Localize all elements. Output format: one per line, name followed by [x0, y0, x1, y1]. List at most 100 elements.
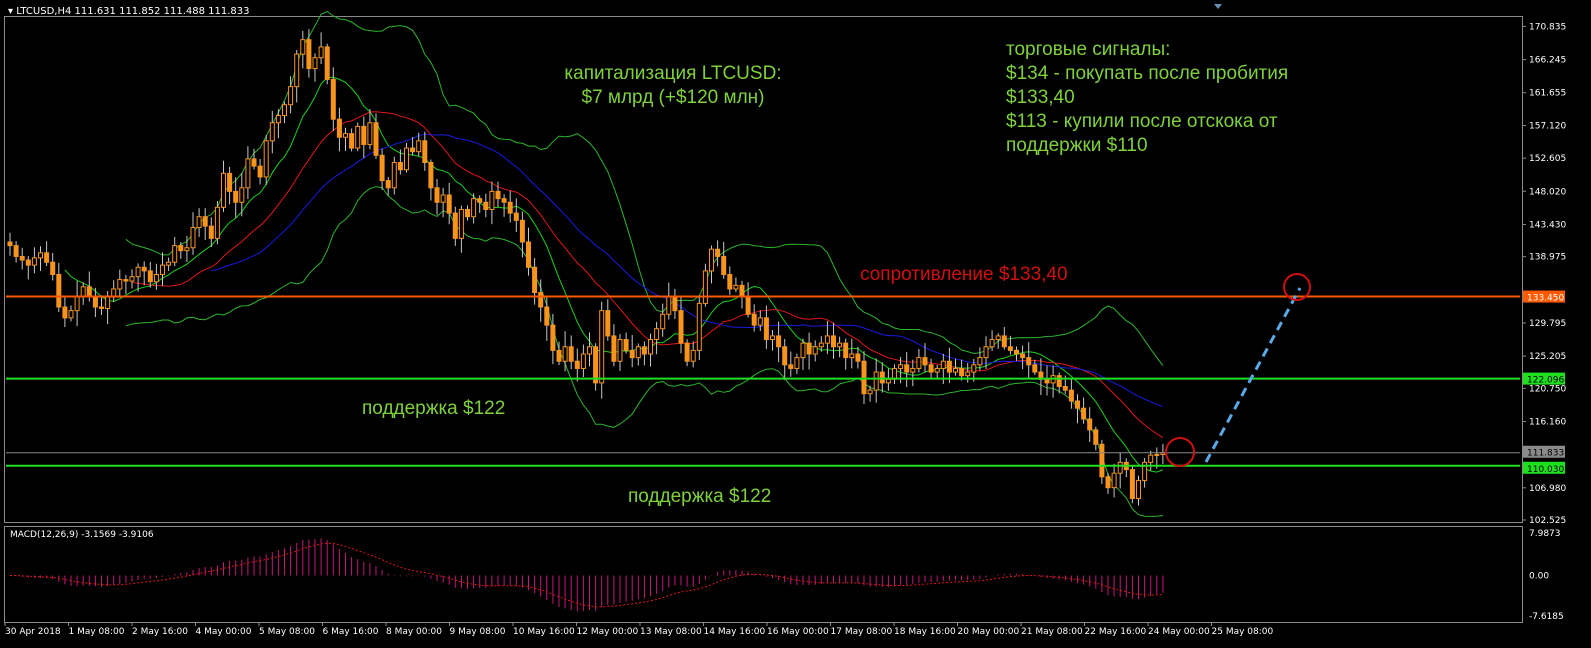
y-tick-label: 166.245: [1529, 56, 1566, 66]
candle-body: [458, 208, 464, 239]
support_lower-price-label: 110.030: [1527, 465, 1564, 475]
candle-body: [385, 180, 391, 189]
price-chart: 133.450122.096111.833110.030 170.835166.…: [4, 4, 1566, 637]
candle-body: [1062, 386, 1068, 391]
y-tick-label: 143.430: [1529, 220, 1566, 230]
candle-body: [397, 162, 403, 171]
macd-axis-label: -7.6185: [1529, 612, 1564, 622]
y-tick-label: 148.020: [1529, 187, 1566, 197]
candle-body: [806, 342, 812, 355]
candle-body: [355, 125, 361, 149]
candle-body: [715, 248, 721, 257]
candle-body: [318, 46, 324, 59]
candle-body: [513, 212, 519, 221]
candle-body: [56, 274, 62, 308]
candle-body: [269, 122, 275, 142]
candle-body: [44, 252, 50, 263]
candle-body: [452, 212, 458, 239]
x-tick-label: 17 May 08:00: [831, 627, 893, 637]
candle-body: [672, 295, 678, 312]
capitalization-note: капитализация LTCUSD: $7 млрд (+$120 млн…: [558, 62, 788, 110]
candle-body: [831, 335, 836, 348]
candle-body: [343, 133, 348, 138]
candle-body: [666, 295, 672, 315]
candle-body: [495, 190, 501, 200]
symbol-name: LTCUSD,H4: [16, 6, 72, 17]
candle-body: [50, 261, 56, 276]
candle-body: [721, 255, 727, 276]
candle-body: [111, 288, 117, 297]
candle-body: [526, 241, 531, 268]
signal-line-2: $133,40: [1006, 87, 1075, 108]
candle-body: [208, 225, 214, 239]
candle-body: [965, 371, 971, 377]
candle-body: [147, 270, 153, 283]
ohlc-values: 111.631 111.852 111.488 111.833: [74, 6, 250, 17]
candle-body: [1026, 357, 1032, 366]
collapse-arrow-icon[interactable]: ▾: [8, 6, 13, 17]
candle-body: [739, 284, 745, 297]
resistance-price-label: 133.450: [1527, 294, 1564, 304]
candle-body: [538, 292, 544, 308]
candle-body: [483, 201, 489, 210]
candle-body: [80, 286, 86, 297]
candle-body: [1014, 349, 1019, 355]
candle-body: [477, 198, 483, 203]
candle-body: [330, 78, 336, 120]
candle-body: [1099, 443, 1105, 478]
candle-body: [135, 266, 141, 278]
candle-body: [904, 364, 910, 373]
candle-body: [324, 46, 330, 80]
candle-body: [1081, 407, 1087, 420]
y-tick-label: 138.975: [1529, 253, 1566, 263]
macd-label: MACD(12,26,9) -3.1569 -3.9106: [10, 530, 154, 540]
candle-body: [861, 360, 867, 395]
candle-body: [550, 324, 556, 351]
candle-body: [312, 57, 318, 70]
candle-body: [678, 310, 684, 344]
candle-body: [843, 342, 849, 359]
candle-body: [1087, 418, 1093, 431]
candle-body: [696, 302, 702, 351]
resistance-label: сопротивление $133,40: [860, 264, 1068, 285]
candle-body: [19, 255, 25, 261]
capitalization-line-1: капитализация LTCUSD:: [564, 63, 782, 84]
candle-body: [501, 198, 507, 203]
candle-body: [794, 357, 800, 369]
candle-body: [1007, 346, 1013, 351]
candle-body: [178, 245, 184, 252]
candle-body: [68, 310, 74, 319]
candle-body: [25, 259, 31, 266]
capitalization-line-2: $7 млрд (+$120 млн): [581, 87, 765, 108]
candle-body: [562, 346, 568, 362]
candle-body: [196, 216, 202, 229]
candle-body: [556, 349, 562, 362]
candle-body: [782, 346, 788, 366]
x-tick-label: 20 May 00:00: [958, 627, 1020, 637]
candle-body: [379, 154, 385, 182]
candle-body: [733, 284, 739, 290]
candle-body: [873, 371, 879, 391]
signal-line-1: $134 - покупать после пробития: [1006, 63, 1289, 84]
candle-body: [129, 276, 135, 282]
signals-title: торговые сигналы:: [1006, 39, 1171, 60]
macd-axis-label: 0.00: [1529, 571, 1549, 581]
overlays: [1165, 273, 1311, 467]
x-tick-label: 30 Apr 2018: [5, 627, 61, 637]
x-tick-label: 10 May 16:00: [513, 627, 575, 637]
candle-body: [1020, 353, 1026, 359]
candle-body: [654, 328, 660, 341]
signal-line-4: поддержки $110: [1006, 135, 1148, 156]
candle-body: [221, 172, 226, 208]
candle-body: [648, 339, 653, 355]
signal-line-3: $113 - купили после отскока от: [1006, 111, 1278, 132]
candle-body: [507, 201, 513, 214]
chart-shift-marker: [1214, 4, 1222, 9]
candle-body: [99, 306, 104, 309]
macd-signal-line: [9, 542, 1163, 608]
candle-body: [788, 364, 794, 369]
candle-body: [434, 187, 440, 203]
candle-body: [86, 286, 92, 297]
candle-body: [593, 346, 599, 384]
candle-body: [1117, 461, 1123, 474]
